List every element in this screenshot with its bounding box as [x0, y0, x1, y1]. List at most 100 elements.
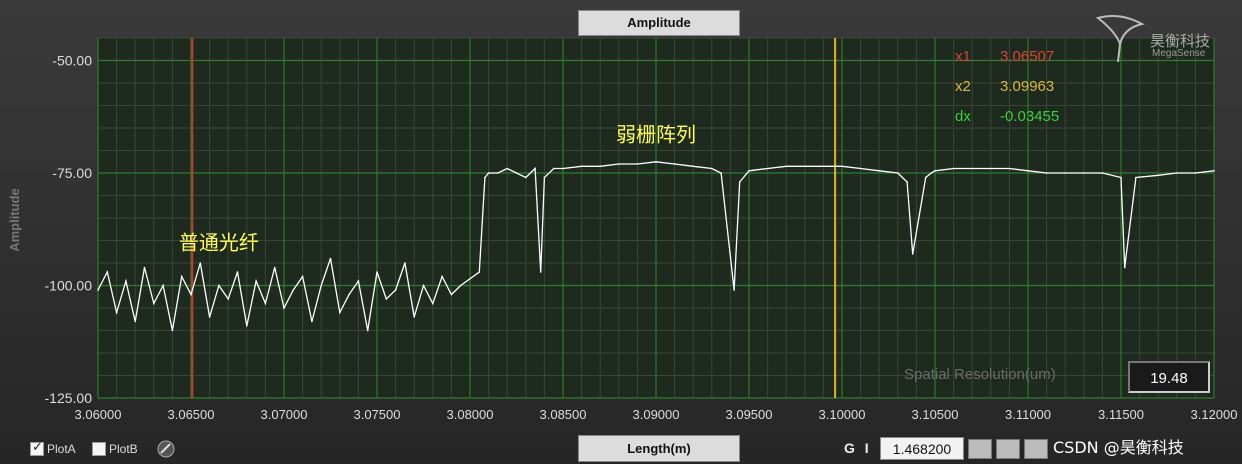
data-point [766, 167, 769, 170]
data-point [180, 275, 183, 278]
data-point [273, 266, 276, 269]
data-point [515, 172, 518, 174]
data-point [906, 181, 908, 183]
data-point [432, 302, 434, 305]
plot-b-checkbox[interactable] [92, 442, 106, 456]
data-point [525, 176, 527, 179]
data-point [859, 167, 862, 170]
legend-plot-b[interactable]: PlotB [92, 440, 138, 458]
x-tick-label: 3.07500 [354, 407, 401, 422]
data-point [422, 284, 425, 287]
data-point [539, 271, 542, 273]
amplitude-chart: 3.06000 3.06500 3.07000 3.07500 3.08000 3.085… [7, 37, 1238, 422]
x-tick-label: 3.06000 [75, 407, 122, 422]
data-point [301, 275, 304, 278]
data-point [1008, 167, 1011, 170]
data-point [339, 311, 341, 314]
data-point [311, 320, 313, 323]
data-point [552, 167, 555, 170]
data-point [484, 176, 486, 179]
x-tick-label: 3.08000 [447, 407, 494, 422]
data-point [1157, 174, 1159, 177]
x-tick-label: 3.10000 [819, 407, 866, 422]
data-point [785, 165, 787, 168]
x-tick-label: 3.12000 [1191, 407, 1238, 422]
data-point [376, 271, 378, 273]
data-point [636, 163, 639, 165]
readout-x1-value: 3.06507 [1000, 48, 1054, 65]
cursor-readout: x1 3.06507 x2 3.09963 dx -0.03455 [955, 48, 1059, 125]
cursor-position-field[interactable]: 1.468200 [880, 437, 964, 460]
gi-label: G I [844, 440, 872, 456]
data-point [218, 284, 220, 287]
data-point [1045, 172, 1048, 174]
zoom-tool-icon[interactable] [996, 439, 1020, 459]
data-point [692, 165, 694, 168]
data-point [143, 266, 146, 269]
x-tick-label: 3.11000 [1005, 407, 1051, 422]
data-point [748, 169, 750, 172]
data-point [934, 169, 936, 172]
data-point [618, 163, 620, 165]
data-point [106, 271, 109, 273]
readout-x2-label: x2 [955, 78, 971, 95]
y-axis-label: Amplitude [7, 188, 22, 252]
data-point [711, 167, 713, 170]
readout-x1-label: x1 [955, 48, 971, 65]
data-point [97, 289, 99, 291]
data-point [441, 275, 443, 278]
data-point [878, 169, 880, 172]
data-point [236, 271, 239, 273]
data-point [1027, 169, 1029, 172]
x-tick-labels: 3.06000 3.06500 3.07000 3.07500 3.08000 3.085… [75, 407, 1238, 422]
data-point [264, 302, 267, 305]
annotation-label: 弱栅阵列 [616, 124, 696, 147]
data-point [971, 167, 973, 170]
legend-plot-a[interactable]: PlotA [30, 440, 76, 458]
data-point [924, 176, 927, 179]
data-point [190, 293, 192, 296]
data-point [255, 280, 257, 282]
data-point [1120, 176, 1122, 179]
graph-tools[interactable] [968, 439, 1048, 459]
cursor-tool-icon[interactable] [968, 439, 992, 459]
y-tick-labels: -50.00 -75.00 -100.00 -125.00 [45, 53, 93, 407]
annotation-label: 普通光纤 [179, 232, 259, 255]
data-point [1135, 176, 1137, 179]
data-point [506, 167, 509, 170]
data-point [599, 165, 601, 168]
data-point [227, 298, 229, 300]
data-point [357, 280, 360, 282]
plot-settings-icon[interactable] [156, 440, 176, 458]
spatial-resolution-value[interactable]: 19.48 [1128, 361, 1210, 393]
data-point [320, 284, 323, 287]
y-tick-label: -125.00 [45, 390, 93, 406]
readout-x2-value: 3.09963 [1000, 78, 1054, 95]
data-point [1083, 172, 1085, 174]
y-tick-label: -100.00 [45, 278, 93, 294]
data-point [911, 253, 914, 255]
data-point [366, 329, 369, 332]
data-point [385, 298, 388, 300]
pan-tool-icon[interactable] [1024, 439, 1048, 459]
data-point [208, 316, 211, 318]
chart-window: Amplitude 3.06000 3.06500 3.07000 3.07500 3.… [0, 0, 1242, 464]
data-point [115, 311, 118, 314]
data-point [171, 329, 174, 332]
x-tick-label: 3.08500 [540, 407, 587, 422]
data-point [534, 167, 536, 170]
data-point [1123, 266, 1126, 269]
data-point [413, 316, 416, 318]
data-point [292, 289, 295, 291]
data-point [1064, 172, 1066, 174]
length-tab[interactable]: Length(m) [578, 435, 740, 462]
data-point [841, 165, 843, 168]
data-point [804, 165, 806, 168]
data-point [543, 176, 546, 179]
data-point [404, 262, 406, 264]
data-point [562, 167, 564, 170]
y-tick-label: -75.00 [52, 165, 92, 181]
x-tick-label: 3.07000 [261, 407, 308, 422]
plot-a-checkbox[interactable] [30, 440, 44, 456]
data-point [930, 172, 933, 174]
